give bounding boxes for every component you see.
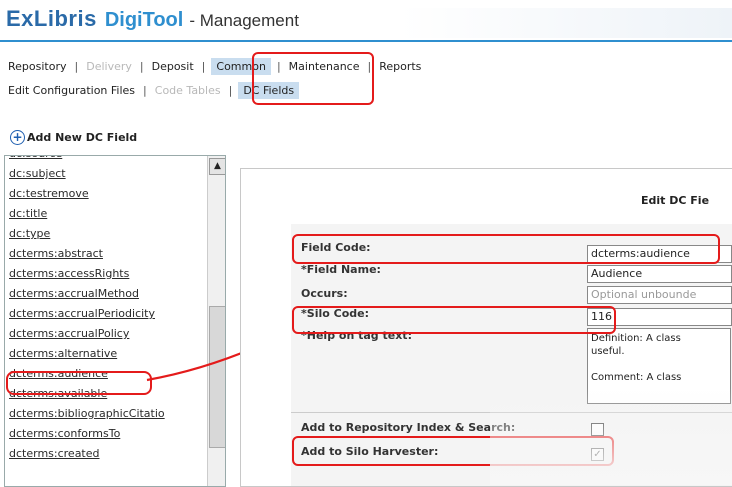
bottom-right-shade (490, 388, 732, 485)
list-item[interactable]: dc:subject (5, 164, 205, 184)
nav-code-tables: Code Tables (154, 84, 221, 97)
annotation-box-silo-code (292, 306, 616, 334)
brand-digitool: DigiTool (104, 9, 184, 31)
nav-repository[interactable]: Repository (6, 60, 69, 73)
annotation-box-audience (6, 371, 152, 395)
nav-separator: | (228, 84, 233, 97)
nav-separator: | (139, 60, 144, 73)
occurs-select[interactable]: Optional unbounde (587, 286, 732, 304)
brand-management: - Management (189, 11, 299, 30)
nav-delivery: Delivery (86, 60, 132, 73)
list-item[interactable]: dc:title (5, 204, 205, 224)
nav-separator: | (74, 60, 79, 73)
header-band (400, 8, 732, 38)
nav-edit-configuration-files[interactable]: Edit Configuration Files (6, 84, 137, 97)
field-name-input[interactable]: Audience (587, 265, 732, 283)
brand-exlibris: ExLibris (6, 6, 97, 31)
app-logo: ExLibris DigiTool - Management (6, 6, 299, 38)
nav-reports[interactable]: Reports (377, 60, 423, 73)
plus-icon: + (10, 130, 25, 145)
list-item[interactable]: dc:type (5, 224, 205, 244)
edit-title: Edit DC Fie (641, 194, 710, 207)
list-item-partial: dc:source (5, 156, 205, 164)
list-item[interactable]: dcterms:abstract (5, 244, 205, 264)
list-item[interactable]: dcterms:bibliographicCitatio (5, 404, 205, 424)
header-rule (0, 40, 732, 42)
add-new-label: Add New DC Field (27, 131, 138, 144)
annotation-box-common (252, 52, 374, 105)
list-item[interactable]: dcterms:created (5, 444, 205, 464)
list-item[interactable]: dc:testremove (5, 184, 205, 204)
nav-separator: | (143, 84, 147, 97)
list-item[interactable]: dcterms:accessRights (5, 264, 205, 284)
scroll-up-arrow-icon[interactable]: ▲ (209, 158, 225, 175)
annotation-box-field-code (292, 234, 720, 264)
occurs-label: Occurs: (301, 287, 348, 300)
add-new-dc-field-button[interactable]: + Add New DC Field (10, 130, 137, 145)
list-item[interactable]: dcterms:accrualMethod (5, 284, 205, 304)
field-name-label: *Field Name: (301, 263, 381, 276)
nav-deposit[interactable]: Deposit (150, 60, 196, 73)
list-item[interactable]: dcterms:conformsTo (5, 424, 205, 444)
nav-separator: | (201, 60, 206, 73)
add-repository-label: Add to Repository Index & Search: (301, 421, 516, 434)
